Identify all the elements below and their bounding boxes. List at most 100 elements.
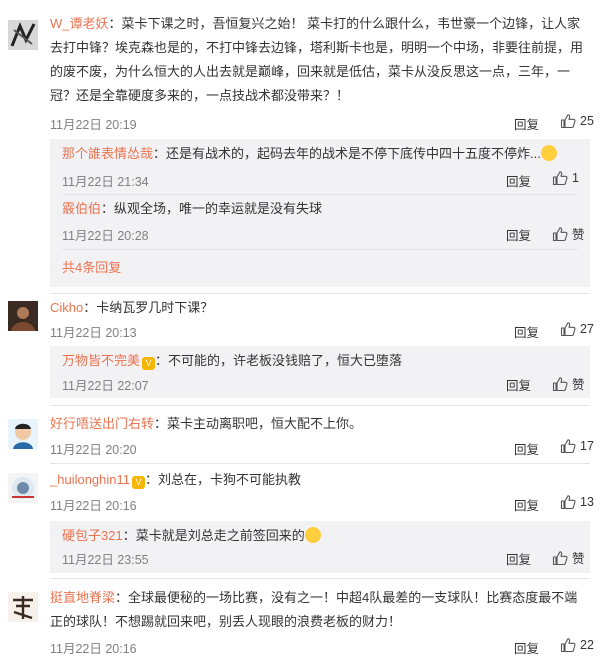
thumb-up-icon [560, 438, 576, 454]
comment-date: 11月22日 20:16 [50, 499, 137, 513]
comment-text: Cikho：卡纳瓦罗几时下课？ [50, 296, 590, 320]
avatar[interactable] [8, 419, 38, 449]
comment-body: 卡纳瓦罗几时下课？ [96, 300, 214, 315]
comment-body: 全球最便秘的一场比赛，没有之一！中超4队最差的一支球队！比赛态度最不端正的球队！… [50, 590, 578, 629]
username[interactable]: 好行唔送出门右转 [50, 416, 154, 431]
thumb-up-icon [552, 550, 568, 566]
thumb-up-icon [560, 494, 576, 510]
username[interactable]: W_谭老妖 [50, 16, 109, 31]
divider [50, 405, 590, 406]
divider [50, 293, 590, 294]
sub-reply-text: 霰伯伯：纵观全场，唯一的幸运就是没有失球 [62, 197, 570, 221]
more-replies-link[interactable]: 共4条回复 [62, 257, 121, 276]
colon: ： [83, 300, 97, 315]
username[interactable]: 硬包子321 [62, 528, 123, 543]
colon: ： [101, 201, 115, 216]
like-button[interactable]: 27 [560, 321, 594, 337]
like-count: 27 [580, 322, 594, 336]
sub-reply-body: 菜卡就是刘总走之前签回来的 [135, 528, 305, 543]
reply-button[interactable]: 回复 [514, 439, 539, 458]
divider [50, 463, 590, 464]
username[interactable]: 万物皆不完美 [62, 353, 140, 368]
sub-reply-text: 那个誰表情怂哉：还是有战术的，起码去年的战术是不停下底传中四十五度不停炸... [62, 142, 570, 166]
like-button[interactable]: 13 [560, 494, 594, 510]
sub-reply-text: 硬包子321：菜卡就是刘总走之前签回来的 [62, 524, 570, 548]
like-count: 赞 [572, 552, 585, 566]
like-count: 25 [580, 114, 594, 128]
comment-body: 菜卡下课之时，吾恒复兴之始！ 菜卡打的什么跟什么，韦世豪一个边锋，让人家去打中锋… [50, 16, 584, 103]
reply-button[interactable]: 回复 [514, 638, 539, 657]
thumb-up-icon [552, 376, 568, 392]
colon: ： [115, 590, 129, 605]
sub-reply-body: 纵观全场，唯一的幸运就是没有失球 [114, 201, 323, 216]
sub-reply-body: 还是有战术的，起码去年的战术是不停下底传中四十五度不停炸... [166, 146, 541, 161]
colon: ： [108, 16, 122, 31]
colon: ： [154, 416, 168, 431]
divider [62, 194, 578, 195]
comment-text: 好行唔送出门右转：菜卡主动离职吧，恒大配不上你。 [50, 412, 590, 436]
reply-button[interactable]: 回复 [514, 114, 539, 133]
like-button[interactable]: 赞 [552, 548, 585, 567]
comment-date: 11月22日 20:13 [50, 326, 137, 340]
vip-badge-icon: V [132, 476, 145, 489]
comment-body: 刘总在，卡狗不可能执教 [158, 472, 302, 487]
thumb-up-icon [552, 170, 568, 186]
comment-body: 菜卡主动离职吧，恒大配不上你。 [167, 416, 363, 431]
like-button[interactable]: 1 [552, 170, 579, 186]
emoji-icon [540, 145, 557, 161]
comment-text: W_谭老妖：菜卡下课之时，吾恒复兴之始！ 菜卡打的什么跟什么，韦世豪一个边锋，让… [50, 12, 590, 108]
sub-replies: 硬包子321：菜卡就是刘总走之前签回来的 11月22日 23:55 回复 赞 [50, 521, 590, 573]
thumb-up-icon [560, 113, 576, 129]
colon: ： [122, 528, 136, 543]
thumb-up-icon [560, 321, 576, 337]
reply-button[interactable]: 回复 [506, 549, 531, 568]
like-count: 17 [580, 439, 594, 453]
colon: ： [153, 146, 167, 161]
colon: ： [155, 353, 169, 368]
sub-reply-date: 11月22日 21:34 [62, 175, 149, 189]
like-button[interactable]: 赞 [552, 224, 585, 243]
like-count: 1 [572, 171, 579, 185]
sub-reply-text: 万物皆不完美 V ：不可能的，许老板没钱赔了，恒大已堕落 [62, 349, 570, 373]
username[interactable]: 霰伯伯 [62, 201, 101, 216]
like-button[interactable]: 22 [560, 637, 594, 653]
divider [62, 249, 578, 250]
comment-date: 11月22日 20:16 [50, 642, 137, 656]
like-count: 13 [580, 495, 594, 509]
reply-button[interactable]: 回复 [506, 225, 531, 244]
like-button[interactable]: 17 [560, 438, 594, 454]
sub-replies: 那个誰表情怂哉：还是有战术的，起码去年的战术是不停下底传中四十五度不停炸... … [50, 139, 590, 287]
reply-button[interactable]: 回复 [514, 322, 539, 341]
like-count: 赞 [572, 378, 585, 392]
like-count: 赞 [572, 228, 585, 242]
reply-button[interactable]: 回复 [506, 375, 531, 394]
comment-text: 挺直地脊梁：全球最便秘的一场比赛，没有之一！中超4队最差的一支球队！比赛态度最不… [50, 586, 590, 634]
comment-date: 11月22日 20:19 [50, 118, 137, 132]
thumb-up-icon [560, 637, 576, 653]
vip-badge-icon: V [142, 357, 156, 370]
username[interactable]: 那个誰表情怂哉 [62, 146, 153, 161]
thumb-up-icon [552, 226, 568, 242]
username[interactable]: 挺直地脊梁 [50, 590, 115, 605]
comment-date: 11月22日 20:20 [50, 443, 137, 457]
username[interactable]: _huilonghin11 [50, 472, 130, 487]
reply-button[interactable]: 回复 [514, 495, 539, 514]
divider [50, 578, 590, 579]
sub-replies: 万物皆不完美 V ：不可能的，许老板没钱赔了，恒大已堕落 11月22日 22:07 … [50, 346, 590, 398]
avatar[interactable] [8, 473, 38, 503]
avatar[interactable] [8, 592, 38, 622]
sub-reply-body: 不可能的，许老板没钱赔了，恒大已堕落 [168, 353, 403, 368]
sub-reply-date: 11月22日 22:07 [62, 379, 149, 393]
emoji-icon [304, 527, 321, 543]
reply-button[interactable]: 回复 [506, 171, 531, 190]
colon: ： [145, 472, 159, 487]
like-button[interactable]: 赞 [552, 374, 585, 393]
comment-text: _huilonghin11 V ：刘总在，卡狗不可能执教 [50, 468, 590, 492]
like-count: 22 [580, 638, 594, 652]
like-button[interactable]: 25 [560, 113, 594, 129]
sub-reply-date: 11月22日 23:55 [62, 553, 149, 567]
avatar[interactable] [8, 301, 38, 331]
sub-reply-date: 11月22日 20:28 [62, 229, 149, 243]
avatar[interactable] [8, 20, 38, 50]
username[interactable]: Cikho [50, 300, 83, 315]
